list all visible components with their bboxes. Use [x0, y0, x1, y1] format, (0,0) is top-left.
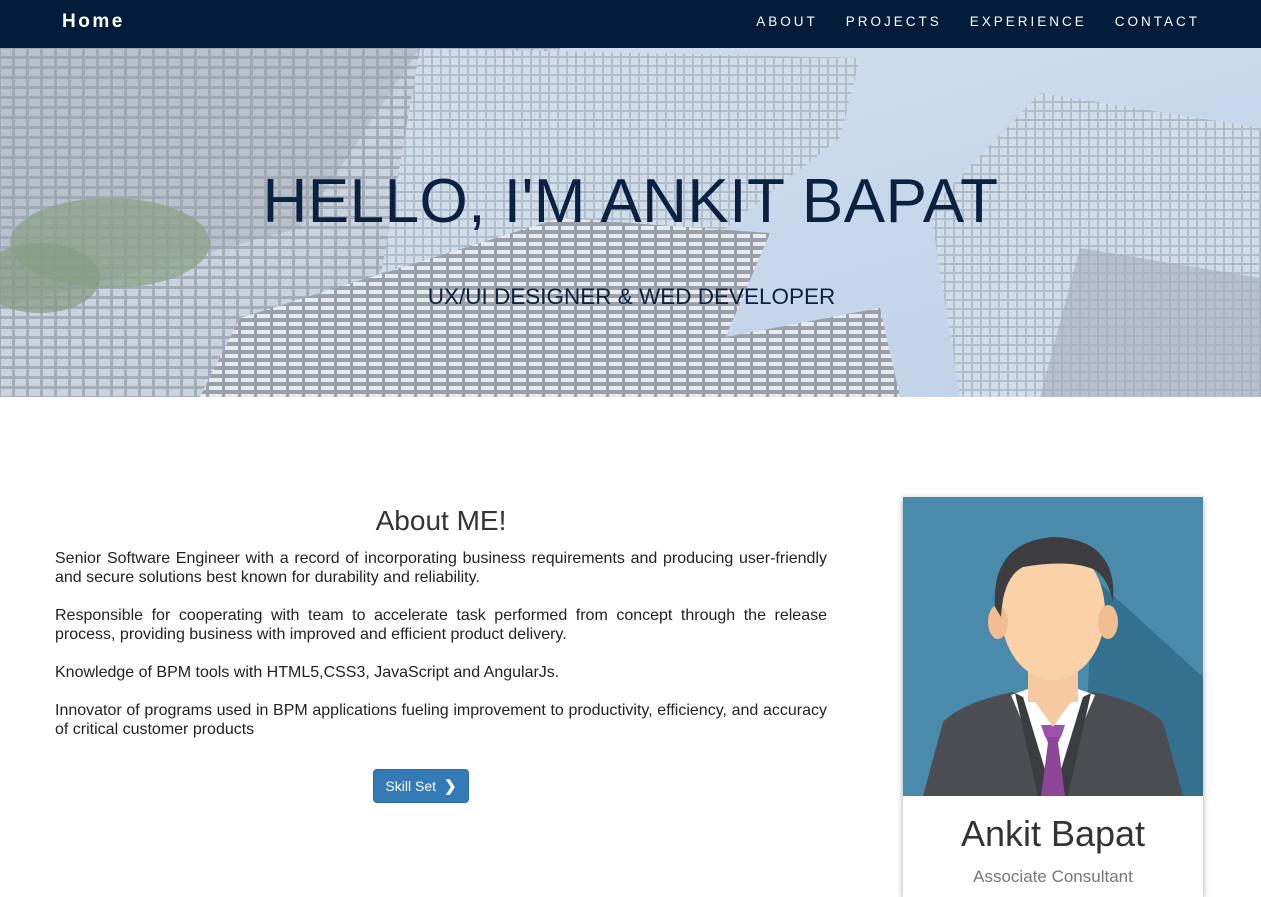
top-navbar: Home ABOUT PROJECTS EXPERIENCE CONTACT: [0, 0, 1261, 48]
about-paragraph: Responsible for cooperating with team to…: [55, 607, 827, 643]
about-text: Senior Software Engineer with a record o…: [55, 549, 827, 758]
nav-link-about[interactable]: ABOUT: [756, 14, 818, 29]
profile-card: Ankit Bapat Associate Consultant: [903, 497, 1203, 897]
nav-link-contact[interactable]: CONTACT: [1115, 14, 1200, 29]
hero-title: HELLO, I'M ANKIT BAPAT: [262, 167, 999, 236]
skill-set-button[interactable]: Skill Set ❯: [373, 769, 469, 803]
avatar: [903, 497, 1203, 796]
chevron-right-icon: ❯: [444, 778, 457, 795]
about-paragraph: Innovator of programs used in BPM applic…: [55, 702, 827, 738]
about-title: About ME!: [375, 505, 507, 536]
profile-role: Associate Consultant: [973, 867, 1133, 886]
nav-links: ABOUT PROJECTS EXPERIENCE CONTACT: [728, 14, 1200, 29]
profile-name: Ankit Bapat: [960, 813, 1146, 854]
person-avatar-icon: [903, 497, 1203, 796]
about-paragraph: Knowledge of BPM tools with HTML5,CSS3, …: [55, 664, 560, 681]
nav-link-projects[interactable]: PROJECTS: [846, 14, 942, 29]
hero-banner: HELLO, I'M ANKIT BAPAT UX/UI DESIGNER & …: [0, 48, 1261, 397]
brand-home-link[interactable]: Home: [62, 11, 125, 33]
nav-link-experience[interactable]: EXPERIENCE: [970, 14, 1087, 29]
skill-set-label: Skill Set: [385, 778, 436, 794]
about-paragraph: Senior Software Engineer with a record o…: [55, 550, 827, 586]
hero-subtitle: UX/UI DESIGNER & WED DEVELOPER: [427, 284, 836, 309]
